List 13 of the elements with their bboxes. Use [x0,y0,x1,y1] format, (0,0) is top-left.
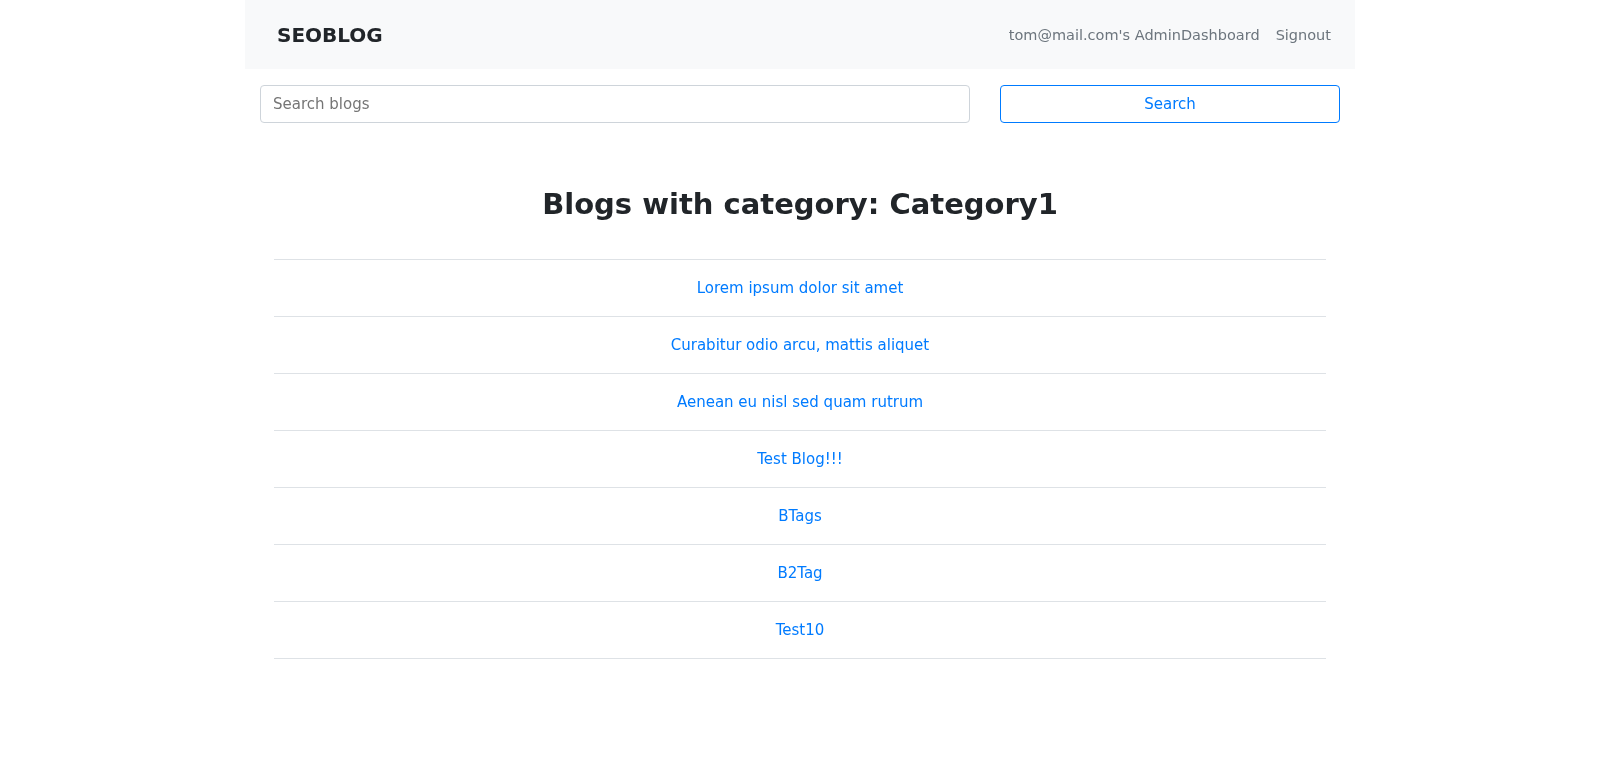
nav-link[interactable]: tom@mail.com's AdminDashboard [1008,26,1260,43]
blog-link[interactable]: Test Blog!!! [757,450,843,468]
search-field[interactable]: Search blogs [260,85,970,123]
page-heading: Blogs with category: Category1 [541,187,1059,221]
blog-link[interactable]: B2Tag [777,564,823,582]
nav-link[interactable]: Signout [1275,26,1331,43]
brand-link[interactable]: SEOBLOG [277,22,383,47]
search-button[interactable]: Search [1000,85,1340,123]
blog-link[interactable]: Curabitur odio arcu, mattis aliquet [670,336,930,354]
blog-link[interactable]: Aenean eu nisl sed quam rutrum [676,393,924,411]
blog-link[interactable]: BTags [778,507,822,525]
blog-link[interactable]: Test10 [775,621,825,639]
blog-link[interactable]: Lorem ipsum dolor sit amet [696,279,904,297]
